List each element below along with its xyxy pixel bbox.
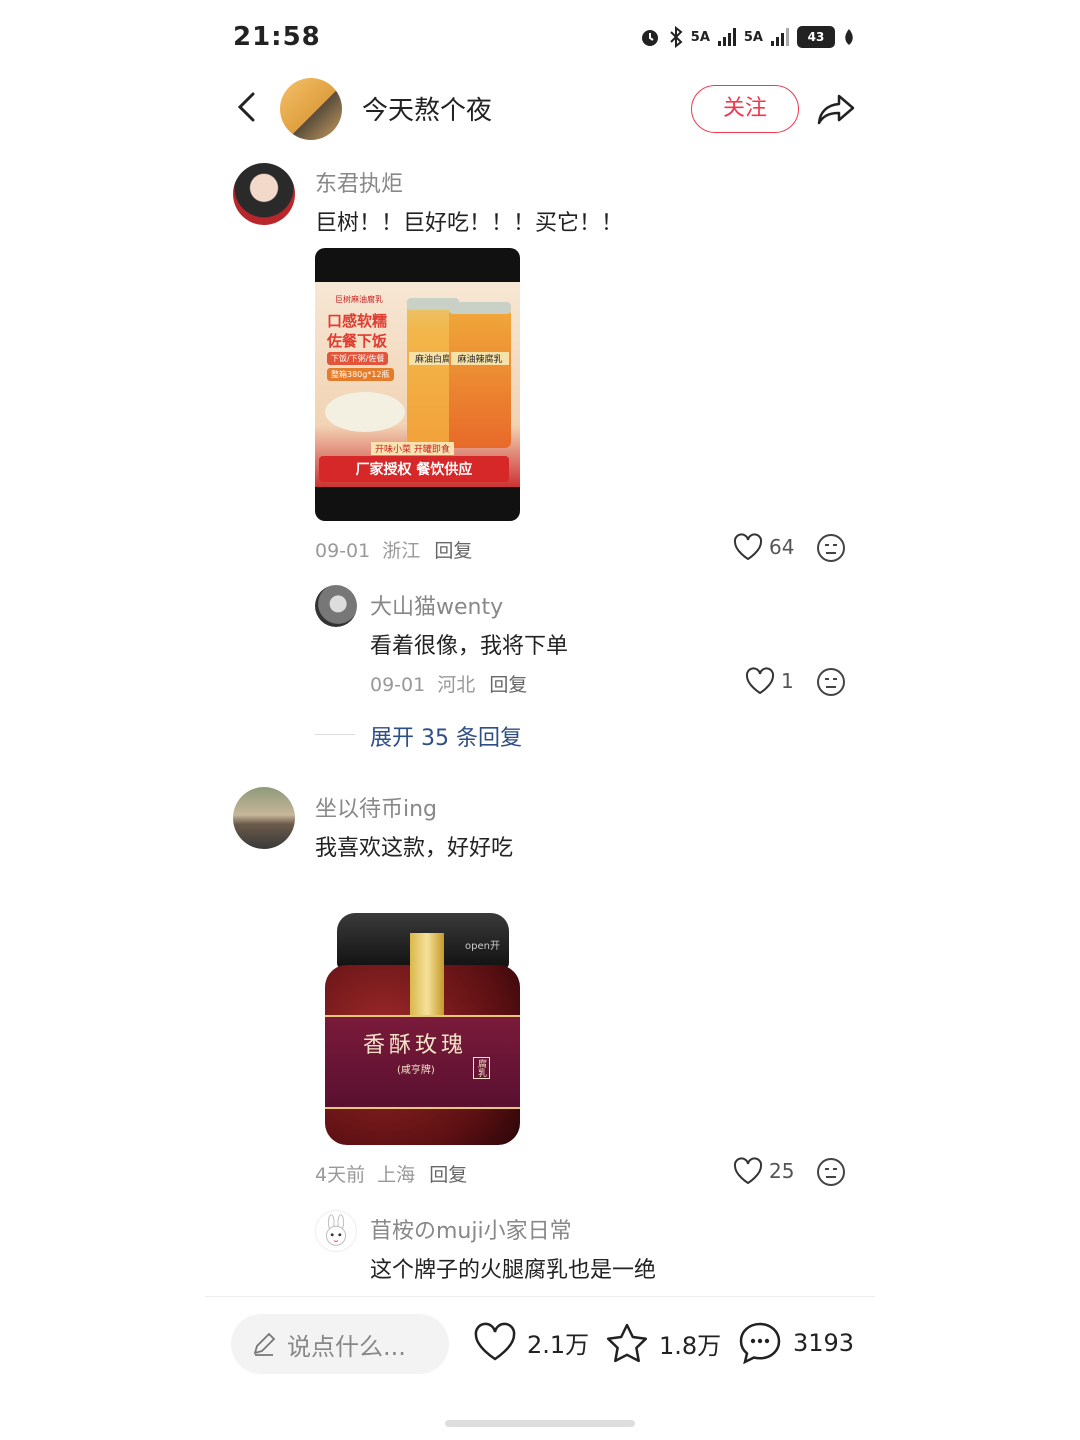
star-icon bbox=[606, 1323, 648, 1363]
author-name[interactable]: 今天熬个夜 bbox=[362, 90, 492, 127]
reply-name[interactable]: 苜桉のmuji小家日常 bbox=[370, 1213, 572, 1245]
pencil-icon bbox=[253, 1332, 276, 1356]
image-brand-text: 巨树麻油腐乳 bbox=[335, 295, 383, 304]
post-favorite-count: 1.8万 bbox=[659, 1331, 722, 1360]
comment-meta: 09-01 浙江 回复 bbox=[315, 536, 472, 563]
comment-input-placeholder: 说点什么... bbox=[287, 1332, 406, 1361]
reply-like-count: 1 bbox=[781, 669, 794, 693]
jar-label-sub: (咸亨牌) bbox=[397, 1065, 435, 1076]
comment-date: 4天前 bbox=[315, 1164, 366, 1186]
commenter-name[interactable]: 坐以待币ing bbox=[315, 791, 437, 823]
bunny-icon bbox=[326, 1214, 346, 1246]
comment-location: 浙江 bbox=[382, 540, 421, 562]
comment-location: 上海 bbox=[377, 1164, 416, 1186]
jar-open-text: open开 bbox=[465, 941, 500, 952]
share-icon[interactable] bbox=[815, 88, 857, 130]
reply-location: 河北 bbox=[437, 674, 476, 696]
like-count: 25 bbox=[769, 1159, 795, 1183]
image-slogan-small: 开味小菜 开罐即食 bbox=[371, 442, 454, 455]
comment-input[interactable]: 说点什么... bbox=[231, 1314, 449, 1374]
dislike-icon[interactable] bbox=[816, 1157, 846, 1187]
post-like-count: 2.1万 bbox=[527, 1330, 590, 1359]
image-headline-1: 口感软糯 bbox=[327, 312, 388, 330]
jar-label: 香酥玫瑰 (咸亨牌) 腐乳 bbox=[325, 1015, 520, 1109]
author-avatar[interactable] bbox=[280, 78, 342, 140]
comment-date: 09-01 bbox=[315, 540, 371, 562]
leaf-icon bbox=[845, 29, 853, 45]
image-tag: 下饭/下粥/佐餐 bbox=[327, 352, 389, 365]
commenter-avatar[interactable] bbox=[233, 787, 295, 849]
comment-image[interactable]: open开 香酥玫瑰 (咸亨牌) 腐乳 bbox=[315, 905, 530, 1145]
network-label-2: 5A bbox=[743, 29, 763, 45]
reply-reply-button[interactable]: 回复 bbox=[489, 674, 527, 696]
heart-icon bbox=[474, 1322, 516, 1361]
image-jar-2: 麻油辣腐乳 bbox=[449, 302, 511, 448]
image-slogan-big: 厂家授权 餐饮供应 bbox=[319, 456, 509, 482]
status-icons: 5A 5A 43 bbox=[639, 26, 855, 48]
reply-button[interactable]: 回复 bbox=[434, 540, 472, 562]
favorite-button[interactable]: 1.8万 bbox=[605, 1322, 721, 1364]
image-tofu-plate bbox=[325, 392, 405, 432]
comment-text[interactable]: 巨树！！巨好吃！！！买它！！ bbox=[315, 205, 623, 237]
signal-icon-1 bbox=[717, 28, 736, 46]
bluetooth-icon bbox=[670, 26, 683, 48]
dislike-icon[interactable] bbox=[816, 667, 846, 697]
image-spec: 整箱380g*12瓶 bbox=[327, 368, 394, 381]
commenter-name[interactable]: 东君执炬 bbox=[315, 166, 403, 198]
follow-button[interactable]: 关注 bbox=[691, 85, 799, 133]
image-jar-2-label: 麻油辣腐乳 bbox=[451, 352, 509, 365]
like-button[interactable]: 25 bbox=[733, 1157, 794, 1185]
phone-screen: 21:58 5A 5A 43 今天熬个夜 关注 东君执炬 巨树！！巨好吃！！！买… bbox=[205, 0, 875, 1440]
reply-avatar[interactable] bbox=[315, 585, 357, 627]
reply-like-button[interactable]: 1 bbox=[745, 667, 794, 695]
expand-divider bbox=[315, 734, 355, 735]
like-post-button[interactable]: 2.1万 bbox=[473, 1322, 589, 1362]
reply-meta: 09-01 河北 回复 bbox=[370, 670, 527, 697]
jar-label-badge: 腐乳 bbox=[473, 1057, 490, 1079]
reply-button[interactable]: 回复 bbox=[429, 1164, 467, 1186]
alarm-icon bbox=[641, 30, 658, 46]
image-headline-2: 佐餐下饭 bbox=[327, 332, 388, 350]
reply-avatar[interactable] bbox=[315, 1210, 357, 1252]
reply-text[interactable]: 看着很像，我将下单 bbox=[370, 628, 568, 660]
comment-image[interactable]: 巨树麻油腐乳 口感软糯 佐餐下饭 下饭/下粥/佐餐 整箱380g*12瓶 麻油白… bbox=[315, 248, 520, 521]
dislike-icon[interactable] bbox=[816, 533, 846, 563]
heart-icon bbox=[733, 533, 763, 561]
jar-label-title: 香酥玫瑰 bbox=[363, 1033, 468, 1058]
battery-icon: 43 bbox=[797, 26, 835, 48]
comment-text[interactable]: 我喜欢这款，好好吃 bbox=[315, 830, 513, 862]
post-comment-count: 3193 bbox=[793, 1329, 855, 1357]
comment-bubble-icon bbox=[739, 1322, 781, 1365]
commenter-avatar[interactable] bbox=[233, 163, 295, 225]
comments-button[interactable]: 3193 bbox=[737, 1320, 854, 1366]
reply-text[interactable]: 这个牌子的火腿腐乳也是一绝 bbox=[370, 1252, 656, 1284]
status-time: 21:58 bbox=[233, 22, 321, 52]
heart-icon bbox=[745, 667, 775, 695]
heart-icon bbox=[733, 1157, 763, 1185]
expand-replies-link[interactable]: 展开 35 条回复 bbox=[370, 720, 522, 752]
like-button[interactable]: 64 bbox=[733, 533, 794, 561]
back-icon[interactable] bbox=[231, 90, 265, 124]
comment-meta: 4天前 上海 回复 bbox=[315, 1160, 467, 1187]
signal-icon-2 bbox=[771, 28, 789, 46]
reply-name[interactable]: 大山猫wenty bbox=[370, 589, 503, 621]
network-label-1: 5A bbox=[690, 29, 710, 45]
like-count: 64 bbox=[769, 535, 795, 559]
reply-date: 09-01 bbox=[370, 674, 426, 696]
bottom-divider bbox=[205, 1296, 875, 1297]
home-indicator[interactable] bbox=[445, 1420, 635, 1427]
